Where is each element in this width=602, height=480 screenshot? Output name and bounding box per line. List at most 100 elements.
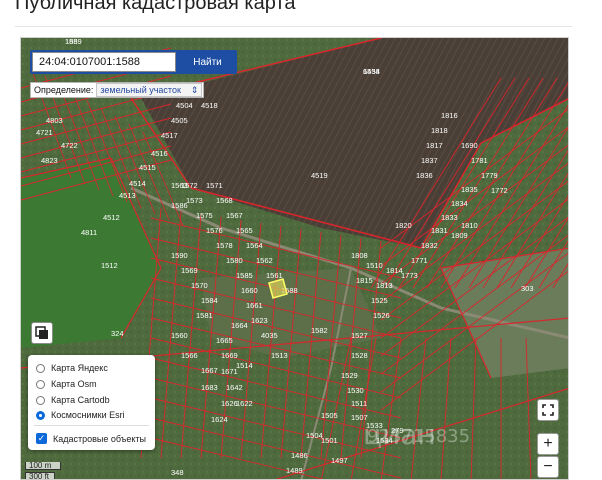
parcel-number-label: 1660 (241, 286, 258, 295)
parcel-number-label: 1489 (286, 466, 303, 475)
parcel-number-label: 4519 (311, 171, 328, 180)
parcel-number-label: 1808 (351, 251, 368, 260)
parcel-number-label: 1815 (356, 276, 373, 285)
parcel-number-label: 1501 (321, 436, 338, 445)
parcel-number-label: 1623 (251, 316, 268, 325)
parcel-number-label: 1832 (421, 241, 438, 250)
definition-label: Определение: (34, 85, 94, 95)
layer-option-cartodb[interactable]: Карта Cartodb (36, 395, 110, 405)
parcel-number-label: 1571 (206, 181, 223, 190)
parcel-number-label: 1570 (191, 281, 208, 290)
radio-cartodb[interactable] (36, 395, 45, 405)
parcel-number-label: 1526 (373, 311, 390, 320)
search-button[interactable]: Найти (180, 52, 235, 72)
parcel-number-label: 1642 (226, 383, 243, 392)
parcel-number-label: 1837 (421, 156, 438, 165)
layers-icon (35, 326, 48, 339)
radio-esri[interactable] (36, 410, 45, 420)
parcel-number-label: 4515 (139, 163, 156, 172)
scale-imperial: 300 ft (25, 472, 55, 479)
parcel-number-label: 1836 (416, 171, 433, 180)
parcel-number-label: 4721 (36, 128, 53, 137)
layers-button[interactable] (31, 322, 53, 344)
radio-osm[interactable] (36, 379, 45, 389)
definition-select[interactable]: земельный участок ⇕ (96, 83, 203, 97)
parcel-number-label: 1560 (171, 331, 188, 340)
parcel-number-label: 1569 (181, 266, 198, 275)
parcel-number-label: 1525 (371, 296, 388, 305)
parcel-number-label: 1528 (351, 351, 368, 360)
selected-parcel[interactable] (268, 278, 288, 299)
parcel-number-label: 1513 (271, 351, 288, 360)
parcel-number-label: 1559 (65, 38, 82, 46)
parcel-number-label: 1572 (181, 181, 198, 190)
parcel-number-label: 1558 (363, 67, 380, 76)
parcel-number-label: 4513 (119, 191, 136, 200)
parcel-number-label: 1820 (395, 221, 412, 230)
parcel-number-label: 4504 (176, 101, 193, 110)
definition-control: Определение: земельный участок ⇕ (30, 82, 204, 98)
search-bar: Найти (30, 50, 237, 74)
parcel-number-label: 1809 (451, 231, 468, 240)
parcel-number-label: 1624 (211, 415, 228, 424)
parcel-number-label: 1576 (206, 226, 223, 235)
parcel-number-label: 4035 (261, 331, 278, 340)
parcel-number-label: 1585 (236, 271, 253, 280)
parcel-number-label: 4823 (41, 156, 58, 165)
radio-yandex[interactable] (36, 363, 45, 373)
parcel-number-label: 1581 (196, 311, 213, 320)
chevron-updown-icon: ⇕ (190, 84, 199, 95)
parcel-number-label: 4811 (81, 228, 97, 237)
parcel-number-label: 1512 (101, 261, 118, 270)
parcel-number-label: 1835 (461, 185, 478, 194)
parcel-number-label: 1816 (441, 111, 458, 120)
parcel-number-label: 1814 (386, 266, 403, 275)
parcel-number-label: 1561 (266, 271, 283, 280)
parcel-number-label: 1511 (351, 399, 367, 408)
page-title: Публичная кадастровая карта (15, 0, 296, 14)
checkbox-cadastral[interactable]: ✓ (36, 433, 47, 444)
parcel-number-label: 1584 (201, 296, 218, 305)
parcel-number-label: 1781 (471, 156, 488, 165)
zoom-in-button[interactable]: + (537, 433, 559, 455)
title-divider (15, 26, 572, 27)
watermark-phone: 923715835 (367, 426, 471, 447)
parcel-number-label: 1813 (376, 281, 393, 290)
fullscreen-button[interactable] (537, 399, 559, 421)
parcel-number-label: 1773 (401, 271, 418, 280)
parcel-number-label: 4517 (161, 131, 178, 140)
layer-label: Карта Cartodb (51, 395, 110, 405)
fullscreen-icon (542, 404, 554, 416)
parcel-number-label: 1527 (351, 331, 368, 340)
parcel-number-label: 348 (171, 468, 184, 477)
parcel-number-label: 1834 (451, 199, 468, 208)
parcel-number-label: 4512 (103, 213, 120, 222)
parcel-number-label: 1573 (186, 196, 203, 205)
parcel-number-label: 1578 (216, 241, 233, 250)
parcel-number-label: 4516 (151, 149, 168, 158)
parcel-number-label: 1667 (201, 366, 218, 375)
parcel-number-label: 1562 (256, 256, 273, 265)
cadastral-number-input[interactable] (32, 52, 176, 72)
parcel-number-label: 1771 (411, 256, 428, 265)
parcel-number-label: 1565 (236, 226, 253, 235)
overlay-option-cadastral[interactable]: ✓ Кадастровые объекты (36, 433, 146, 444)
parcel-number-label: 4722 (61, 141, 78, 150)
parcel-number-label: 1505 (321, 411, 338, 420)
parcel-number-label: 1575 (196, 211, 213, 220)
map-viewport[interactable]: 188 6434 4518 4519 1810 1809 1808 1820 303 324 279… (20, 37, 569, 480)
layer-option-osm[interactable]: Карта Osm (36, 379, 97, 389)
parcel-number-label: 1664 (231, 321, 248, 330)
layer-option-esri[interactable]: Космоснимки Esri (36, 410, 125, 420)
overlay-label: Кадастровые объекты (53, 433, 147, 444)
scale-metric: 100 m (25, 462, 61, 470)
parcel-number-label: 1568 (216, 196, 233, 205)
zoom-out-button[interactable]: − (537, 456, 559, 478)
parcel-number-label: 1683 (201, 383, 218, 392)
scale-bar: 100 m 300 ft (25, 462, 61, 479)
parcel-number-label: 1669 (221, 351, 238, 360)
layer-option-yandex[interactable]: Карта Яндекс (36, 363, 108, 373)
parcel-number-label: 1772 (491, 186, 508, 195)
parcel-number-label: 1833 (441, 213, 458, 222)
parcel-number-label: 1514 (236, 361, 253, 370)
